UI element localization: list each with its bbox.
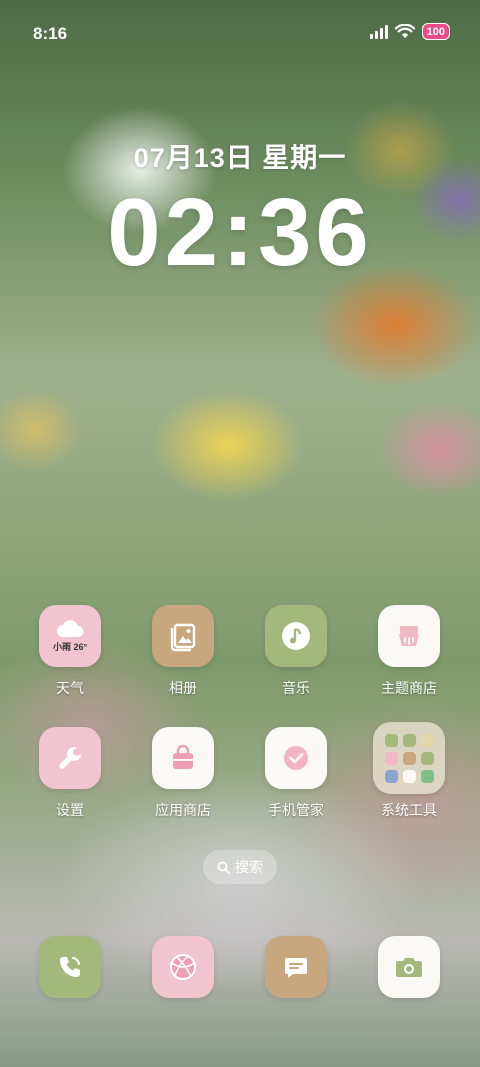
app-label: 设置 <box>56 802 84 818</box>
status-time: 8:16 <box>33 24 68 43</box>
phone-icon[interactable] <box>39 936 101 998</box>
phone-manager-icon[interactable] <box>265 727 327 789</box>
signal-icon <box>369 24 388 39</box>
search-button[interactable]: 搜索 <box>203 850 277 884</box>
app-gallery[interactable]: 相册 <box>133 605 233 698</box>
app-label: 天气 <box>56 680 84 696</box>
cloud-icon <box>57 619 84 637</box>
gallery-icon[interactable] <box>152 605 214 667</box>
dock-camera[interactable] <box>359 936 459 998</box>
app-label: 应用商店 <box>155 802 211 818</box>
app-label: 音乐 <box>282 680 310 696</box>
app-settings[interactable]: 设置 <box>20 727 120 820</box>
dock-browser[interactable] <box>133 936 233 998</box>
lockscreen-clock: 02:36 <box>107 179 373 286</box>
theme-store-icon[interactable] <box>378 605 440 667</box>
dock-messages[interactable] <box>246 936 346 998</box>
app-theme-store[interactable]: 主题商店 <box>359 605 459 698</box>
app-music[interactable]: 音乐 <box>246 605 346 698</box>
app-label: 相册 <box>169 680 197 696</box>
battery-indicator: 100 <box>421 23 450 40</box>
search-label: 搜索 <box>235 859 263 875</box>
music-icon[interactable] <box>265 605 327 667</box>
browser-icon[interactable] <box>152 936 214 998</box>
dock-phone[interactable] <box>20 936 120 998</box>
status-bar: 8:16 100 <box>0 0 480 66</box>
app-label: 主题商店 <box>381 680 437 696</box>
camera-icon[interactable] <box>378 936 440 998</box>
search-icon <box>217 861 230 874</box>
app-folder-system-tools[interactable]: 系统工具 <box>359 722 459 820</box>
status-icons: 100 <box>369 23 450 40</box>
app-store-icon[interactable] <box>152 727 214 789</box>
folder-preview-grid <box>384 733 434 783</box>
folder-icon[interactable] <box>373 722 445 794</box>
messages-icon[interactable] <box>265 936 327 998</box>
weather-icon[interactable]: 小雨 26° <box>39 605 101 667</box>
settings-icon[interactable] <box>39 727 101 789</box>
lockscreen-date: 07月13日 星期一 <box>133 143 347 173</box>
app-weather[interactable]: 小雨 26° 天气 <box>20 605 120 698</box>
app-label: 手机管家 <box>268 802 324 818</box>
app-app-store[interactable]: 应用商店 <box>133 727 233 820</box>
app-label: 系统工具 <box>381 802 437 818</box>
app-phone-manager[interactable]: 手机管家 <box>246 727 346 820</box>
weather-widget-text: 小雨 26° <box>52 641 88 652</box>
wifi-icon <box>394 24 415 38</box>
